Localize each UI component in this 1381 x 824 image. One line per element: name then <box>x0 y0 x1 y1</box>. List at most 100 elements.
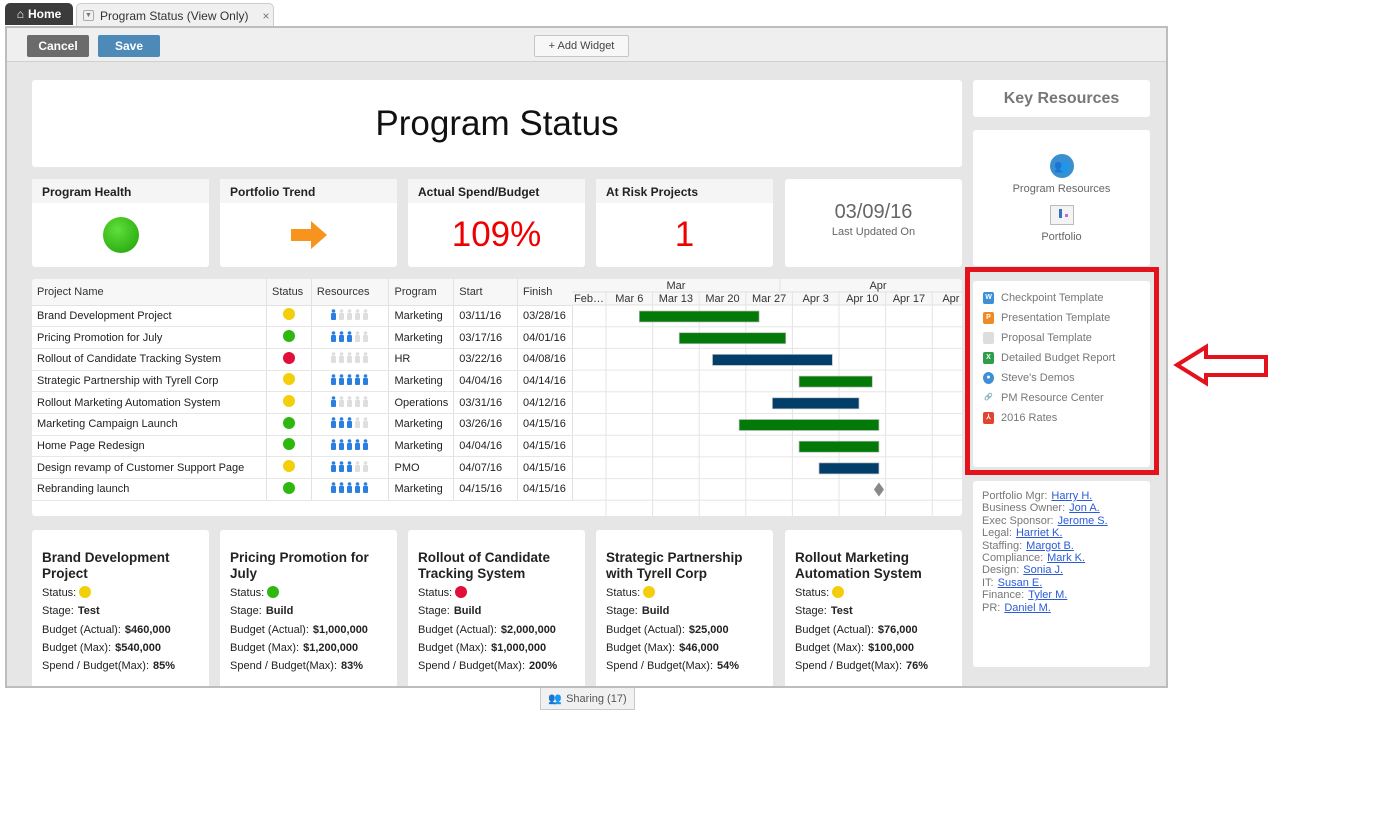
status-yellow-icon <box>79 586 92 598</box>
project-name[interactable]: Strategic Partnership with Tyrell Corp <box>32 370 267 393</box>
people-icon: 👥 <box>548 693 563 705</box>
tab-program-status[interactable]: ▼ Program Status (View Only) × <box>76 3 274 27</box>
project-card: Brand Development Project Status: Stage:… <box>32 530 209 686</box>
table-row[interactable]: Pricing Promotion for July Marketing 03/… <box>32 326 573 349</box>
resources-person-icons <box>311 391 390 414</box>
program: Marketing <box>388 435 455 458</box>
col-program[interactable]: Program <box>388 279 455 306</box>
resource-link[interactable]: Proposal Template <box>983 328 1140 348</box>
table-row[interactable]: Marketing Campaign Launch Marketing 03/2… <box>32 413 573 436</box>
tile-program-resources[interactable]: 👥 Program Resources <box>973 154 1150 195</box>
resource-link[interactable]: X Detailed Budget Report <box>983 348 1140 368</box>
gantt-bar[interactable] <box>798 440 880 453</box>
red-arrow-annotation <box>1173 343 1268 387</box>
contact-link[interactable]: Harriet K. <box>1016 527 1062 539</box>
gantt-bar[interactable] <box>712 354 833 366</box>
contact-link[interactable]: Jerome S. <box>1058 515 1108 527</box>
week-label: Apr 2 <box>942 293 962 305</box>
resources-person-icons <box>311 478 390 501</box>
resource-link[interactable]: ● Steve's Demos <box>983 368 1140 388</box>
project-name[interactable]: Rollout of Candidate Tracking System <box>32 348 267 371</box>
save-button[interactable]: Save <box>98 35 160 57</box>
card-title[interactable]: Pricing Promotion for July <box>230 550 387 581</box>
gantt-bar[interactable] <box>738 419 880 431</box>
sharing-button[interactable]: 👥 Sharing (17) <box>540 688 635 710</box>
gantt-bar[interactable] <box>678 332 787 345</box>
week-label: Mar 6 <box>615 293 643 305</box>
status-green-icon <box>282 330 295 343</box>
gantt-bar[interactable] <box>818 462 880 475</box>
resource-link[interactable]: P Presentation Template <box>983 308 1140 328</box>
gantt-milestone[interactable] <box>873 482 884 497</box>
contact-link[interactable]: Margot B. <box>1026 540 1074 552</box>
col-resources[interactable]: Resources <box>311 279 390 306</box>
contact-row: Legal: Harriet K. <box>982 527 1063 540</box>
table-row[interactable]: Rollout Marketing Automation System Oper… <box>32 391 573 414</box>
start-date: 03/26/16 <box>453 413 518 436</box>
week-label: Feb… <box>574 293 604 305</box>
table-row[interactable]: Design revamp of Customer Support Page P… <box>32 456 573 479</box>
resource-link[interactable]: W Checkpoint Template <box>983 288 1140 308</box>
resources-person-icons <box>311 326 390 349</box>
finish-date: 04/15/16 <box>517 478 573 501</box>
card-title[interactable]: Rollout Marketing Automation System <box>795 550 952 581</box>
table-row[interactable]: Home Page Redesign Marketing 04/04/16 04… <box>32 435 573 458</box>
week-label: Apr 10 <box>846 293 878 305</box>
project-name[interactable]: Rebranding launch <box>32 478 267 501</box>
program: Marketing <box>388 305 455 328</box>
project-name[interactable]: Rollout Marketing Automation System <box>32 391 267 414</box>
project-card: Rollout of Candidate Tracking System Sta… <box>408 530 585 686</box>
start-date: 04/04/16 <box>453 370 518 393</box>
finish-date: 04/12/16 <box>517 391 573 414</box>
resource-link[interactable]: 🔗 PM Resource Center <box>983 388 1140 408</box>
col-status[interactable]: Status <box>266 279 312 306</box>
status-yellow-icon <box>282 308 295 321</box>
start-date: 03/17/16 <box>453 326 518 349</box>
contact-link[interactable]: Sonia J. <box>1023 564 1063 576</box>
gantt-bar[interactable] <box>638 310 760 323</box>
tile-portfolio[interactable]: Portfolio <box>973 205 1150 243</box>
status-yellow-icon <box>832 586 845 598</box>
resource-tiles: 👥 Program Resources Portfolio <box>973 130 1150 266</box>
contact-link[interactable]: Tyler M. <box>1028 589 1067 601</box>
card-title[interactable]: Brand Development Project <box>42 550 199 581</box>
contact-link[interactable]: Mark K. <box>1047 552 1085 564</box>
card-title[interactable]: Strategic Partnership with Tyrell Corp <box>606 550 763 581</box>
contact-link[interactable]: Harry H. <box>1051 490 1092 502</box>
project-name[interactable]: Pricing Promotion for July <box>32 326 267 349</box>
gantt-bar[interactable] <box>772 397 860 410</box>
contact-link[interactable]: Susan E. <box>998 577 1043 589</box>
toolbar: Cancel Save + Add Widget <box>7 28 1166 62</box>
table-row[interactable]: Brand Development Project Marketing 03/1… <box>32 305 573 328</box>
table-row[interactable]: Strategic Partnership with Tyrell Corp M… <box>32 370 573 393</box>
project-name[interactable]: Home Page Redesign <box>32 435 267 458</box>
contact-link[interactable]: Jon A. <box>1069 502 1100 514</box>
start-date: 04/04/16 <box>453 435 518 458</box>
project-name[interactable]: Marketing Campaign Launch <box>32 413 267 436</box>
program: Marketing <box>388 370 455 393</box>
project-name[interactable]: Brand Development Project <box>32 305 267 328</box>
col-project-name[interactable]: Project Name <box>32 279 267 306</box>
card-title[interactable]: Rollout of Candidate Tracking System <box>418 550 575 581</box>
resource-links: W Checkpoint Template P Presentation Templa… <box>973 281 1150 467</box>
table-row[interactable]: Rollout of Candidate Tracking System HR … <box>32 348 573 371</box>
health-status-icon <box>102 217 139 253</box>
gantt-bar[interactable] <box>798 375 873 388</box>
cancel-button[interactable]: Cancel <box>27 35 89 57</box>
project-name[interactable]: Design revamp of Customer Support Page <box>32 456 267 479</box>
portfolio-icon <box>1049 205 1074 225</box>
month-label: Mar <box>667 280 686 292</box>
col-start[interactable]: Start <box>453 279 518 306</box>
contacts-list: Portfolio Mgr: Harry H. Business Owner: Jon… <box>973 481 1150 667</box>
tab-home[interactable]: ⌂ Home <box>5 3 73 25</box>
contact-link[interactable]: Daniel M. <box>1004 602 1050 614</box>
resource-link[interactable]: ⅄ 2016 Rates <box>983 408 1140 428</box>
table-row[interactable]: Rebranding launch Marketing 04/15/16 04/… <box>32 478 573 501</box>
kpi-program-health: Program Health <box>32 179 209 267</box>
close-tab-icon[interactable]: × <box>263 9 270 23</box>
status-green-icon <box>267 586 280 598</box>
tab-menu-icon[interactable]: ▼ <box>83 10 94 21</box>
status-yellow-icon <box>282 395 295 408</box>
col-finish[interactable]: Finish <box>517 279 573 306</box>
add-widget-button[interactable]: + Add Widget <box>534 35 629 57</box>
